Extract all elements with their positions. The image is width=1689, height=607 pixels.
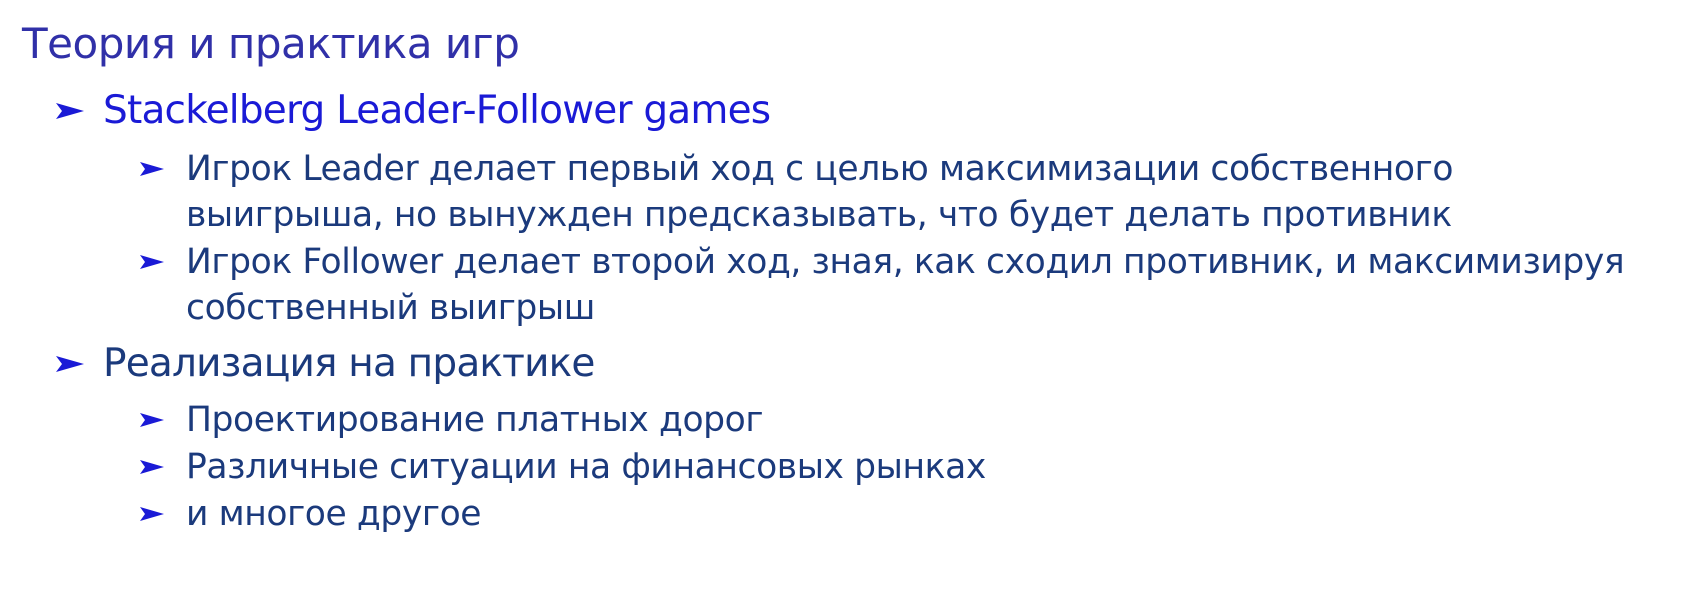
- arrow-bullet-icon: [140, 460, 164, 474]
- arrow-bullet-icon: [140, 255, 164, 269]
- sub-bullet-line: Различные ситуации на финансовых рынках: [186, 447, 986, 487]
- arrow-bullet-icon: [56, 103, 84, 119]
- sub-bullet-item: Игрок Follower делает второй ход, зная, …: [0, 237, 1689, 337]
- arrow-bullet-icon: [140, 162, 164, 176]
- sub-bullet-item: и многое другое: [0, 489, 1689, 539]
- sub-bullet-line: и многое другое: [186, 494, 482, 534]
- sub-bullet-line: Игрок Follower делает второй ход, зная, …: [186, 242, 1625, 282]
- sub-bullet-item: Игрок Leader делает первый ход с целью м…: [0, 144, 1689, 244]
- bullet-item: Stackelberg Leader-Follower games: [0, 86, 1689, 136]
- arrow-bullet-icon: [56, 356, 84, 372]
- arrow-bullet-icon: [140, 507, 164, 521]
- bullet-text: Реализация на практике: [103, 341, 595, 386]
- sub-bullet-item: Проектирование платных дорог: [0, 395, 1689, 445]
- bullet-text: Stackelberg Leader-Follower games: [103, 88, 771, 133]
- sub-bullet-line: собственный выигрыш: [186, 288, 595, 328]
- sub-bullet-line: Проектирование платных дорог: [186, 400, 764, 440]
- arrow-bullet-icon: [140, 413, 164, 427]
- sub-bullet-line: Игрок Leader делает первый ход с целью м…: [186, 149, 1454, 189]
- slide-title: Теория и практика игр: [22, 19, 520, 68]
- sub-bullet-item: Различные ситуации на финансовых рынках: [0, 442, 1689, 492]
- sub-bullet-line: выигрыша, но вынужден предсказывать, что…: [186, 195, 1452, 235]
- bullet-item: Реализация на практике: [0, 339, 1689, 389]
